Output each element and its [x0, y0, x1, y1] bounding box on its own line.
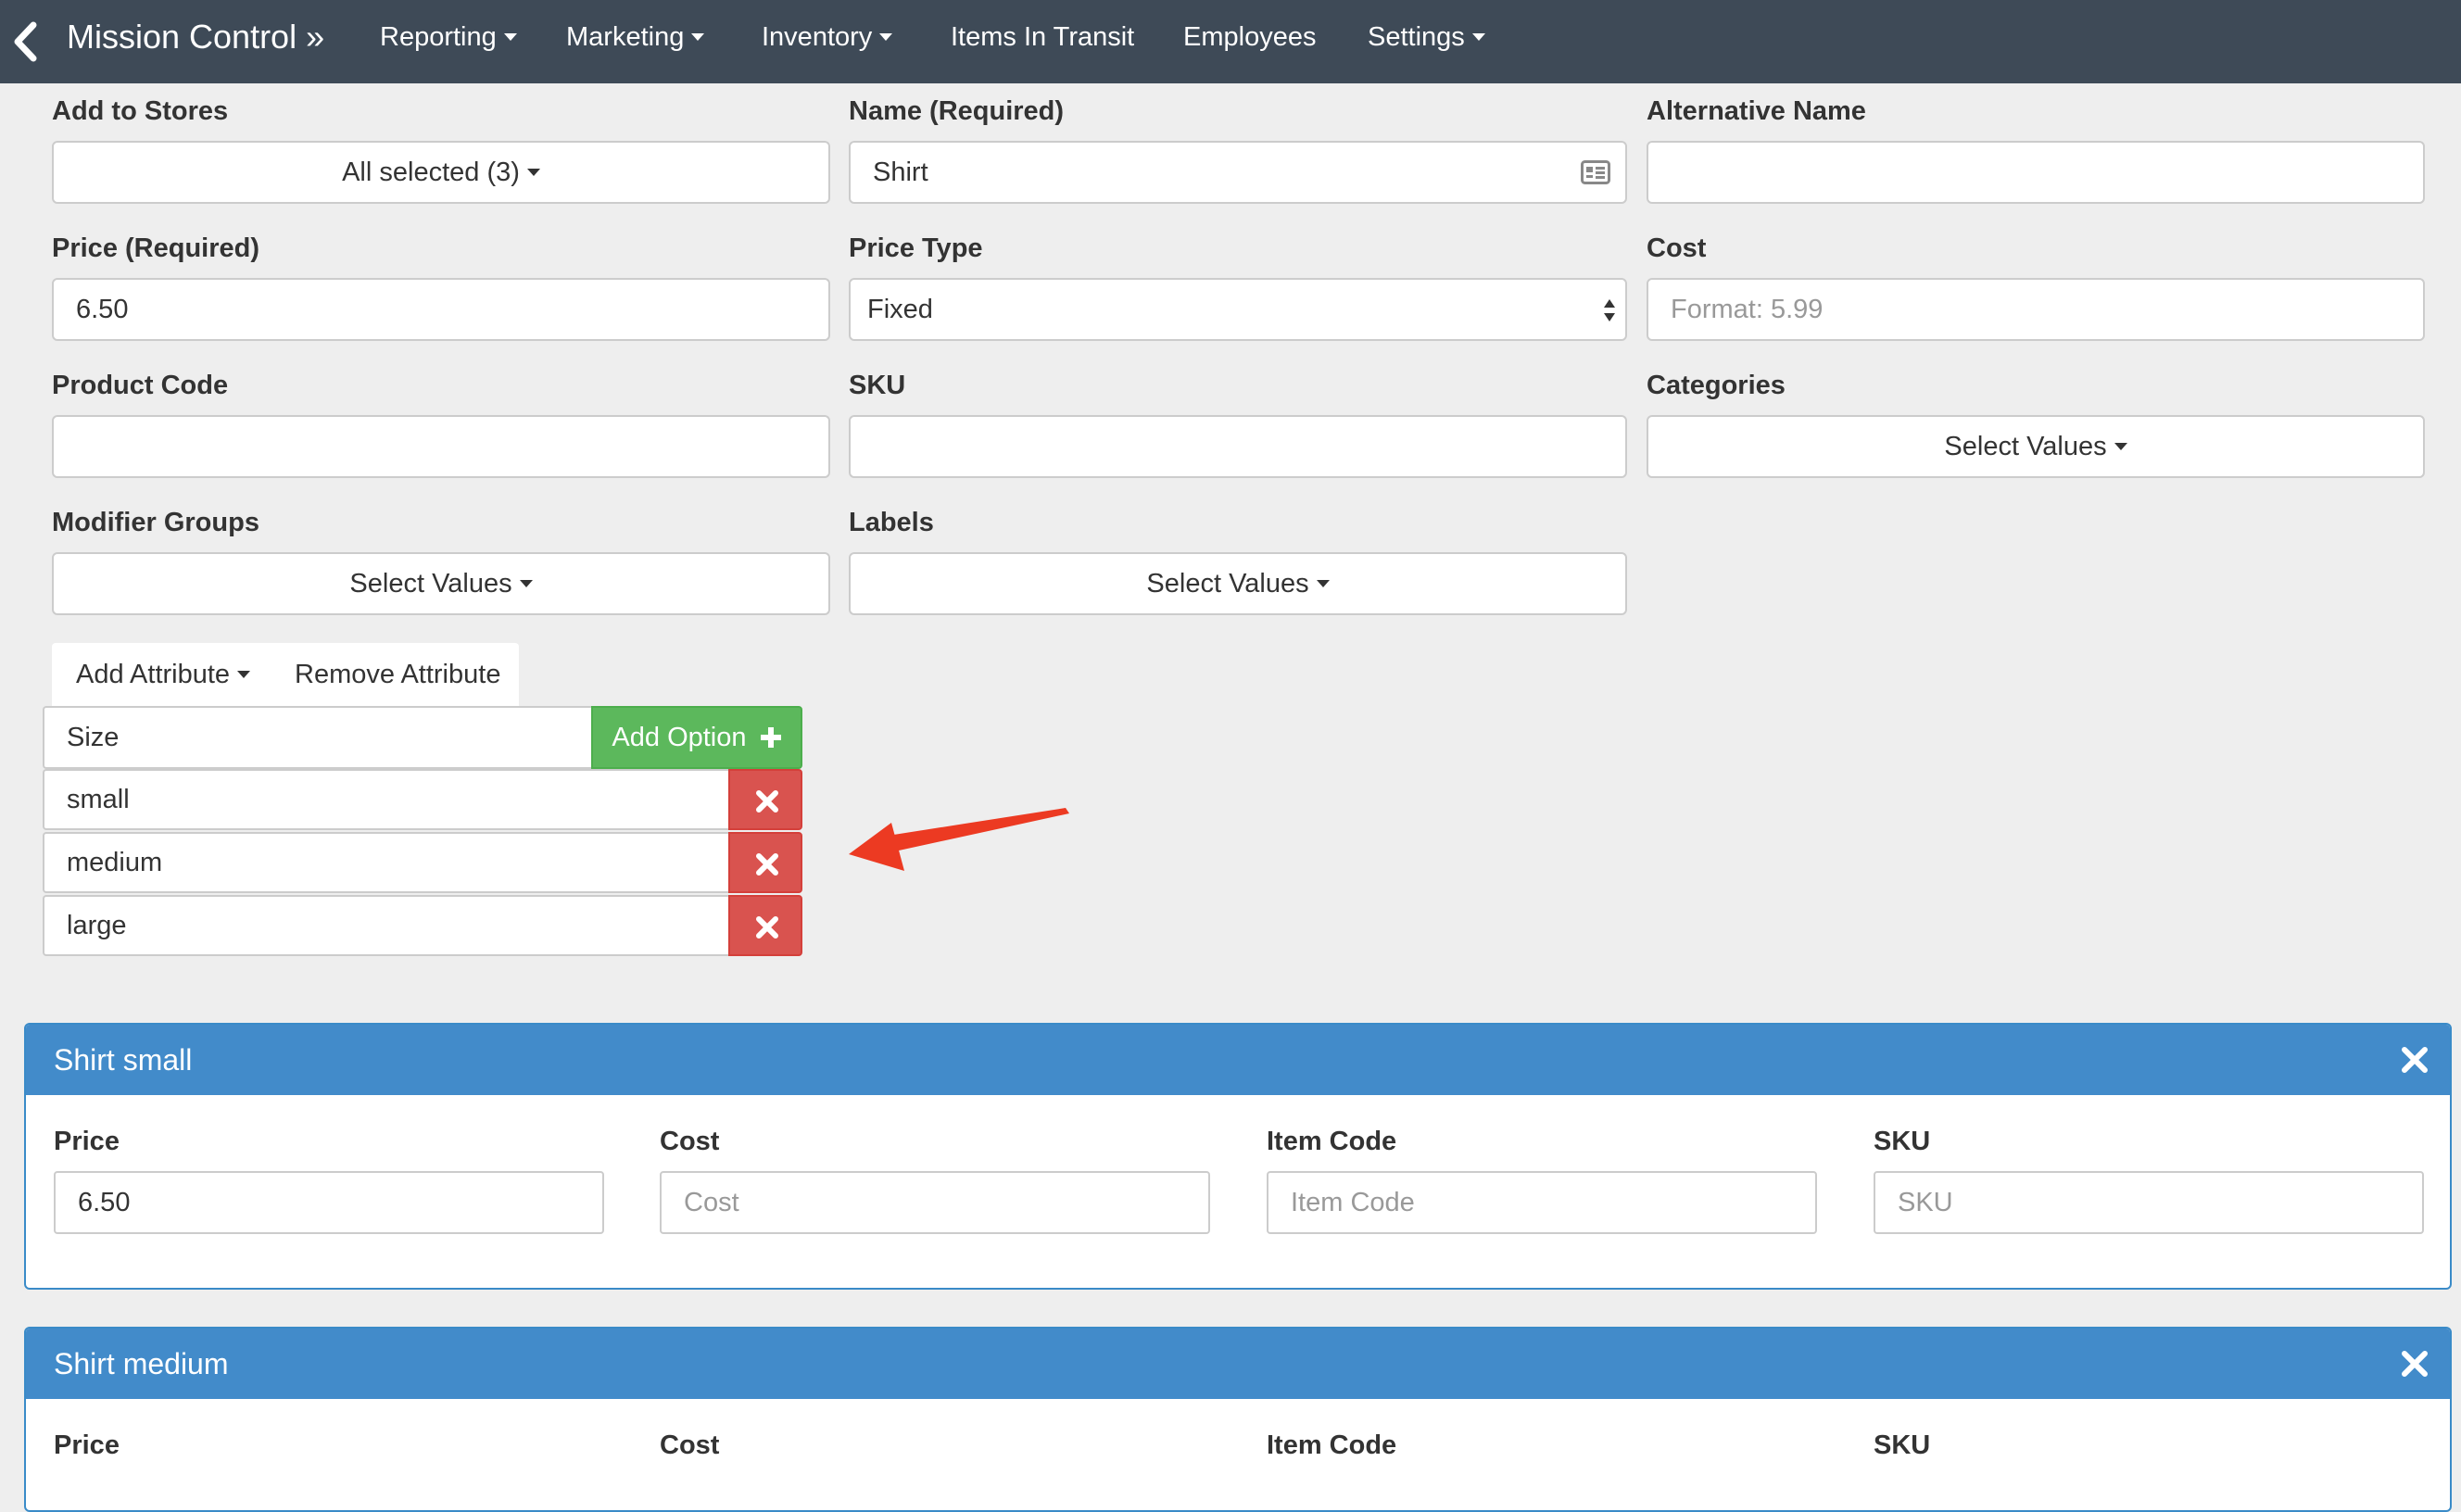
cost-input[interactable]: Format: 5.99: [1647, 278, 2425, 341]
caret-down-icon: [1471, 32, 1485, 41]
product-code-input[interactable]: [52, 415, 830, 478]
variant-panel-title: Shirt small: [54, 1043, 193, 1077]
times-icon: [756, 853, 778, 876]
labels-dropdown[interactable]: Select Values: [849, 552, 1627, 615]
nav-item-marketing[interactable]: Marketing: [566, 0, 705, 74]
nav-item-label: Marketing: [566, 22, 685, 52]
price-input[interactable]: 6.50: [52, 278, 830, 341]
caret-down-icon: [237, 670, 251, 678]
option-input-small[interactable]: small: [43, 769, 730, 830]
remove-attribute-button[interactable]: Remove Attribute: [295, 643, 500, 706]
cost-label: Cost: [1647, 233, 1707, 263]
close-icon[interactable]: [2400, 1045, 2429, 1075]
nav-item-label: Settings: [1368, 22, 1465, 52]
price-type-label: Price Type: [849, 233, 983, 263]
modifier-groups-label: Modifier Groups: [52, 508, 259, 537]
variant-price-label: Price: [54, 1430, 120, 1460]
categories-label: Categories: [1647, 371, 1786, 400]
price-type-value: Fixed: [867, 295, 933, 324]
name-input[interactable]: Shirt: [849, 141, 1627, 204]
caret-down-icon: [1316, 579, 1330, 587]
times-icon: [756, 790, 778, 813]
option-input-medium[interactable]: medium: [43, 832, 730, 893]
annotation-arrow-icon: [849, 808, 1069, 871]
categories-value: Select Values: [1944, 432, 2107, 461]
variant-panel-header: Shirt medium: [26, 1329, 2450, 1399]
alternative-name-label: Alternative Name: [1647, 96, 1866, 126]
variant-price-label: Price: [54, 1127, 120, 1156]
sku-input[interactable]: [849, 415, 1627, 478]
modifier-groups-dropdown[interactable]: Select Values: [52, 552, 830, 615]
variant-price-input[interactable]: 6.50: [54, 1171, 604, 1234]
add-attribute-button[interactable]: Add Attribute: [76, 643, 251, 706]
add-to-stores-dropdown[interactable]: All selected (3): [52, 141, 830, 204]
times-icon: [756, 916, 778, 939]
nav-item-reporting[interactable]: Reporting: [380, 0, 517, 74]
labels-label: Labels: [849, 508, 934, 537]
caret-down-icon: [879, 32, 893, 41]
variant-panel-shirt-medium: Shirt medium Price Cost Item Code SKU: [24, 1327, 2452, 1512]
labels-value: Select Values: [1146, 569, 1309, 598]
modifier-groups-value: Select Values: [349, 569, 512, 598]
chevron-left-icon[interactable]: [9, 20, 41, 63]
select-arrows-icon: [1604, 299, 1615, 321]
variant-cost-label: Cost: [660, 1127, 720, 1156]
nav-item-inventory[interactable]: Inventory: [762, 0, 893, 74]
add-option-button[interactable]: Add Option: [591, 706, 802, 769]
price-type-select[interactable]: Fixed: [849, 278, 1627, 341]
remove-option-large-button[interactable]: [728, 895, 802, 956]
variant-item-code-label: Item Code: [1267, 1430, 1397, 1460]
caret-down-icon: [691, 32, 705, 41]
variant-sku-label: SKU: [1874, 1127, 1931, 1156]
add-to-stores-label: Add to Stores: [52, 96, 229, 126]
brand-mission-control[interactable]: Mission Control »: [67, 0, 324, 74]
nav-item-label: Inventory: [762, 22, 873, 52]
variant-sku-label: SKU: [1874, 1430, 1931, 1460]
variant-panel-title: Shirt medium: [54, 1347, 229, 1380]
variant-panel-header: Shirt small: [26, 1025, 2450, 1095]
name-value: Shirt: [873, 158, 928, 187]
remove-option-medium-button[interactable]: [728, 832, 802, 893]
variant-sku-input[interactable]: SKU: [1874, 1171, 2424, 1234]
variant-cost-input[interactable]: Cost: [660, 1171, 1210, 1234]
nav-item-label: Reporting: [380, 22, 497, 52]
attribute-option-row: large: [43, 895, 802, 956]
variant-cost-label: Cost: [660, 1430, 720, 1460]
remove-option-small-button[interactable]: [728, 769, 802, 830]
caret-down-icon: [503, 32, 517, 41]
variant-item-code-input[interactable]: Item Code: [1267, 1171, 1817, 1234]
add-to-stores-value: All selected (3): [342, 158, 520, 187]
alternative-name-input[interactable]: [1647, 141, 2425, 204]
price-label: Price (Required): [52, 233, 259, 263]
sku-label: SKU: [849, 371, 906, 400]
nav-item-items-in-transit[interactable]: Items In Transit: [951, 0, 1134, 74]
attribute-name-input[interactable]: Size: [43, 706, 593, 769]
plus-icon: [760, 727, 781, 748]
attribute-option-row: medium: [43, 832, 802, 893]
name-label: Name (Required): [849, 96, 1065, 126]
add-attribute-label: Add Attribute: [76, 660, 231, 689]
variant-panel-shirt-small: Shirt small Price 6.50 Cost Cost Item Co…: [24, 1023, 2452, 1290]
attribute-option-row: small: [43, 769, 802, 830]
categories-dropdown[interactable]: Select Values: [1647, 415, 2425, 478]
nav-item-label: Employees: [1183, 22, 1317, 52]
caret-down-icon: [519, 579, 533, 587]
option-input-large[interactable]: large: [43, 895, 730, 956]
id-card-icon: [1581, 160, 1610, 184]
top-navbar: Mission Control » Reporting Marketing In…: [0, 0, 2461, 83]
caret-down-icon: [526, 168, 540, 176]
nav-item-label: Items In Transit: [951, 22, 1135, 52]
nav-item-settings[interactable]: Settings: [1368, 0, 1485, 74]
nav-item-employees[interactable]: Employees: [1183, 0, 1316, 74]
product-code-label: Product Code: [52, 371, 229, 400]
attribute-toolbar: Add Attribute Remove Attribute: [52, 643, 519, 706]
variant-item-code-label: Item Code: [1267, 1127, 1397, 1156]
add-option-label: Add Option: [612, 723, 747, 752]
caret-down-icon: [2114, 442, 2127, 450]
close-icon[interactable]: [2400, 1349, 2429, 1379]
